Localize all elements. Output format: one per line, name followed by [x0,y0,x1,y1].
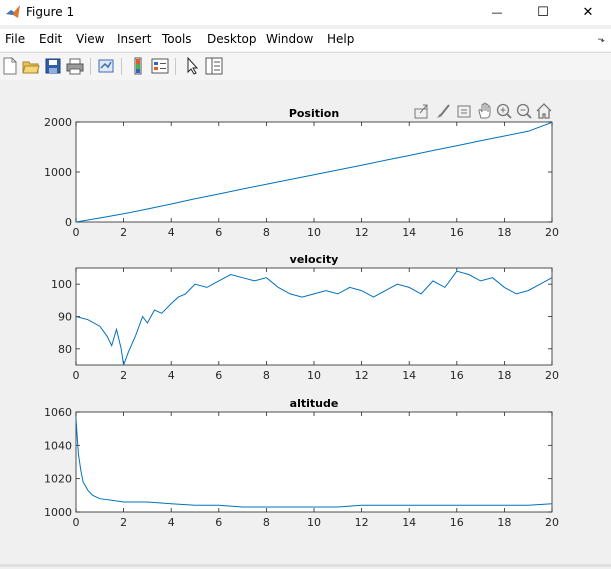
maximize-icon: ☐ [537,5,549,20]
x-tick-label: 4 [168,369,175,382]
x-tick-label: 0 [73,369,80,382]
zoom-out-icon[interactable] [516,103,532,119]
window-title: Figure 1 [26,5,75,19]
x-tick-label: 10 [307,369,321,382]
x-tick-label: 10 [307,226,321,239]
x-tick-label: 20 [545,226,559,239]
x-tick-label: 0 [73,516,80,529]
data-tips-icon[interactable] [457,105,471,118]
x-tick-label: 8 [263,226,270,239]
x-tick-label: 2 [120,226,127,239]
y-tick-label: 2000 [44,116,72,129]
x-tick-label: 2 [120,369,127,382]
pan-icon[interactable] [478,102,491,119]
x-tick-label: 0 [73,226,80,239]
export-icon[interactable] [414,104,428,119]
home-icon[interactable] [536,103,552,119]
menu-view[interactable]: View [76,32,104,46]
toolbar-separator [121,58,122,75]
menu-bar: File Edit View Insert Tools Desktop Wind… [0,29,611,51]
x-tick-label: 16 [450,516,464,529]
x-tick-label: 4 [168,226,175,239]
toolbar-separator [175,58,176,75]
x-tick-label: 16 [450,226,464,239]
y-tick-label: 1000 [44,166,72,179]
y-tick-label: 1020 [44,473,72,486]
property-inspector-icon[interactable] [205,57,223,75]
close-button[interactable]: ✕ [565,0,611,25]
open-file-icon[interactable] [22,57,40,75]
toolbar-separator [90,58,91,75]
x-tick-label: 12 [355,226,369,239]
axes-title-2: altitude [290,397,339,410]
minimize-icon: — [491,6,503,19]
x-tick-label: 8 [263,516,270,529]
axes-title-0: Position [289,107,339,120]
save-icon[interactable] [44,57,62,75]
axes-toolbar [414,102,552,119]
insert-colorbar-icon[interactable] [129,57,147,75]
select-arrow-icon[interactable] [183,56,201,75]
x-tick-label: 6 [215,369,222,382]
x-tick-label: 10 [307,516,321,529]
figure-svg: Position0 2 4 6 8 10 12 14 16 18 20010002000veloci… [44,107,559,529]
x-tick-label: 6 [215,226,222,239]
x-tick-label: 2 [120,516,127,529]
axes-title-1: velocity [290,253,339,266]
new-figure-icon[interactable] [1,57,19,75]
y-tick-label: 100 [51,278,72,291]
x-tick-label: 18 [497,226,511,239]
x-tick-label: 16 [450,369,464,382]
axes-box-2 [75,411,553,513]
y-tick-label: 1040 [44,439,72,452]
x-tick-label: 12 [355,516,369,529]
x-tick-label: 8 [263,369,270,382]
dock-arrow-icon[interactable]: ⬎ [597,35,605,45]
minimize-button[interactable]: — [474,0,520,25]
figure-canvas: Position 0 2 4 6 8 10 12 14 16 18 20 0 1000 2000 veloci… [0,80,611,565]
x-tick-label: 12 [355,369,369,382]
menu-insert[interactable]: Insert [117,32,151,46]
axes-box-1 [75,267,553,366]
y-tick-label: 1000 [44,506,72,519]
menu-tools[interactable]: Tools [162,32,192,46]
menu-edit[interactable]: Edit [39,32,62,46]
x-tick-label: 18 [497,516,511,529]
x-tick-label: 20 [545,369,559,382]
menu-desktop[interactable]: Desktop [207,32,257,46]
x-tick-label: 4 [168,516,175,529]
title-bar: Figure 1 — ☐ ✕ [0,0,611,25]
x-tick-label: 18 [497,369,511,382]
matlab-logo-icon [5,4,21,20]
zoom-in-icon[interactable] [496,103,512,119]
y-tick-label: 1060 [44,406,72,419]
y-tick-label: 0 [65,216,72,229]
y-tick-label: 80 [58,343,72,356]
insert-legend-icon[interactable] [151,57,169,75]
menu-file[interactable]: File [5,32,25,46]
x-tick-label: 14 [402,516,416,529]
x-tick-label: 6 [215,516,222,529]
menu-help[interactable]: Help [327,32,354,46]
link-plot-icon[interactable] [97,57,115,75]
toolbar [0,52,611,81]
menu-window[interactable]: Window [266,32,313,46]
close-icon: ✕ [582,5,594,20]
brush-icon[interactable] [437,104,450,118]
axes-box-0 [75,121,553,223]
x-tick-label: 20 [545,516,559,529]
print-icon[interactable] [66,57,84,75]
y-tick-label: 90 [58,311,72,324]
x-tick-label: 14 [402,369,416,382]
maximize-button[interactable]: ☐ [520,0,566,25]
x-tick-label: 14 [402,226,416,239]
